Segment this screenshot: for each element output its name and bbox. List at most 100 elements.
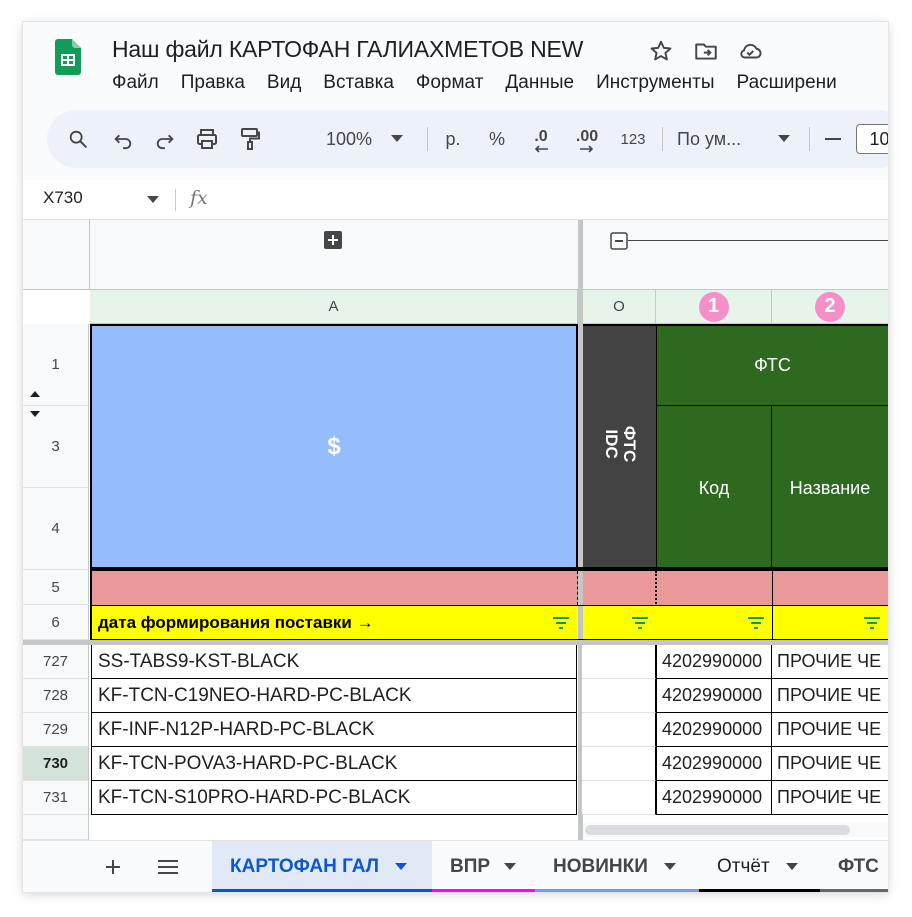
cell-name[interactable]: ПРОЧИЕ ЧЕ: [772, 747, 888, 781]
cell-sku[interactable]: KF-INF-N12P-HARD-PC-BLACK: [91, 713, 577, 747]
cell-kod-header[interactable]: Код: [656, 406, 772, 570]
zoom-select[interactable]: 100%: [317, 110, 381, 168]
row-header[interactable]: 728: [23, 679, 89, 713]
menu-file[interactable]: Файл: [112, 72, 159, 93]
decrease-decimal-label: .0: [534, 128, 548, 145]
cell-o[interactable]: [582, 679, 656, 713]
cell-date-label[interactable]: дата формирования поставки →: [90, 606, 578, 640]
column-header-2[interactable]: 2: [772, 290, 888, 324]
decrease-decimal-button[interactable]: .0: [525, 110, 557, 168]
font-size-value[interactable]: 10: [855, 124, 888, 154]
search-menus-button[interactable]: [61, 110, 95, 168]
filter-icon[interactable]: [863, 617, 881, 629]
name-box[interactable]: X730: [43, 188, 83, 208]
cell-code[interactable]: 4202990000: [656, 645, 772, 679]
row-header[interactable]: [23, 815, 89, 840]
filter-icon[interactable]: [631, 617, 649, 629]
row-header[interactable]: 729: [23, 713, 89, 747]
cell-name[interactable]: ПРОЧИЕ ЧЕ: [772, 781, 888, 815]
cell-a5[interactable]: [90, 571, 578, 605]
sheet-tab-kartofan[interactable]: КАРТОФАН ГАЛ: [212, 841, 432, 892]
row-header-3[interactable]: 3: [23, 406, 89, 488]
caret-down-icon[interactable]: [147, 196, 159, 204]
menu-view[interactable]: Вид: [267, 72, 301, 93]
expand-group-icon[interactable]: [324, 231, 342, 249]
cell-o6-row[interactable]: [583, 606, 888, 640]
cell-name[interactable]: ПРОЧИЕ ЧЕ: [772, 645, 888, 679]
more-formats-button[interactable]: 123: [615, 110, 651, 168]
cell-o5-row[interactable]: [583, 571, 888, 605]
row-header-4[interactable]: 4: [23, 488, 89, 570]
menu-insert[interactable]: Вставка: [323, 72, 394, 93]
cell-sku[interactable]: KF-TCN-S10PRO-HARD-PC-BLACK: [91, 781, 577, 815]
arrow-right-icon: [580, 145, 594, 153]
cell-o[interactable]: [582, 747, 656, 781]
redo-icon: [156, 134, 174, 150]
horizontal-scrollbar-thumb[interactable]: [585, 825, 850, 835]
column-header-o[interactable]: O: [583, 290, 656, 324]
cell-code[interactable]: 4202990000: [656, 679, 772, 713]
sheet-tab-vpr[interactable]: ВПР: [432, 841, 535, 892]
undo-icon: [114, 134, 132, 150]
decrease-font-size-button[interactable]: [820, 110, 846, 168]
cell-code[interactable]: 4202990000: [656, 747, 772, 781]
row-header[interactable]: 727: [23, 645, 89, 679]
filter-icon[interactable]: [747, 617, 765, 629]
cell-o[interactable]: [582, 645, 656, 679]
menu-format[interactable]: Формат: [416, 72, 484, 93]
fts-idc-label: ФТС IDC: [601, 425, 639, 463]
sheet-tab-fts[interactable]: ФТС: [820, 841, 888, 892]
select-all-corner[interactable]: [23, 220, 90, 290]
filter-icon[interactable]: [552, 617, 570, 629]
row-header-6[interactable]: 6: [23, 605, 89, 640]
cell-fts-idc-header[interactable]: ФТС IDC: [583, 324, 656, 570]
column-header-a[interactable]: A: [90, 290, 578, 324]
row-header-selected[interactable]: 730: [23, 747, 89, 781]
collapse-group-icon[interactable]: [610, 232, 630, 250]
move-folder-icon[interactable]: [693, 38, 719, 64]
font-select[interactable]: По ум...: [677, 110, 763, 168]
cell-border: [772, 606, 773, 640]
cell-sku[interactable]: KF-TCN-C19NEO-HARD-PC-BLACK: [91, 679, 577, 713]
menu-data[interactable]: Данные: [505, 72, 574, 93]
row-header-5[interactable]: 5: [23, 570, 89, 605]
sheet-tab-otchet[interactable]: Отчёт: [699, 841, 820, 892]
menu-extensions[interactable]: Расширени: [737, 72, 837, 93]
menu-edit[interactable]: Правка: [181, 72, 245, 93]
paint-format-button[interactable]: [233, 110, 267, 168]
increase-decimal-button[interactable]: .00: [569, 110, 605, 168]
cell-fts-header[interactable]: ФТС: [656, 324, 888, 406]
document-title[interactable]: Наш файл КАРТОФАН ГАЛИАХМЕТОВ NEW: [112, 36, 583, 63]
row-header[interactable]: 731: [23, 781, 89, 815]
cell-code[interactable]: 4202990000: [656, 781, 772, 815]
menu-tools[interactable]: Инструменты: [596, 72, 714, 93]
cell-name[interactable]: ПРОЧИЕ ЧЕ: [772, 713, 888, 747]
cell-dollar-header[interactable]: $: [90, 324, 578, 570]
expand-rows-icon[interactable]: [30, 390, 40, 418]
percent-format-button[interactable]: %: [482, 110, 512, 168]
cell-o[interactable]: [582, 781, 656, 815]
font-dropdown[interactable]: [774, 110, 794, 168]
cell-code[interactable]: 4202990000: [656, 713, 772, 747]
sheet-tab-label: ФТС: [838, 856, 879, 877]
sheet-tab-novinki[interactable]: НОВИНКИ: [535, 841, 699, 892]
add-sheet-button[interactable]: [101, 841, 125, 892]
star-icon[interactable]: [648, 38, 674, 64]
zoom-dropdown[interactable]: [387, 110, 407, 168]
font-size-field[interactable]: 10: [855, 110, 888, 168]
cell-sku[interactable]: SS-TABS9-KST-BLACK: [91, 645, 577, 679]
currency-format-button[interactable]: р.: [438, 110, 468, 168]
redo-button[interactable]: [148, 110, 182, 168]
column-header-1[interactable]: 1: [656, 290, 772, 324]
print-button[interactable]: [190, 110, 224, 168]
cloud-status-icon[interactable]: [737, 38, 763, 64]
cell-sku[interactable]: KF-TCN-POVA3-HARD-PC-BLACK: [91, 747, 577, 781]
undo-button[interactable]: [106, 110, 140, 168]
print-icon: [197, 129, 217, 149]
tab-color-bar: [535, 889, 699, 892]
sheets-logo-icon[interactable]: [55, 39, 81, 75]
cell-o[interactable]: [582, 713, 656, 747]
all-sheets-button[interactable]: [155, 841, 181, 892]
cell-name[interactable]: ПРОЧИЕ ЧЕ: [772, 679, 888, 713]
cell-nazvanie-header[interactable]: Название: [772, 406, 888, 570]
